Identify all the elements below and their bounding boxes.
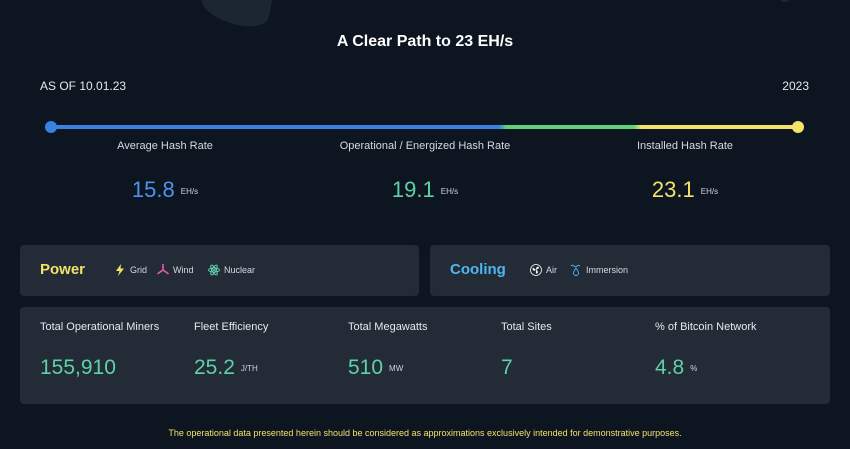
metric-unit: EH/s [700,186,719,196]
timeline-progress-bar [51,125,798,129]
cooling-item-label: Immersion [586,265,629,275]
stat-fleet-efficiency: Fleet Efficiency 25.2 J/TH [194,321,268,380]
stat-number: 4.8 [655,356,685,379]
stat-total-operational-miners: Total Operational Miners 155,910 [40,321,159,380]
page-title: A Clear Path to 23 EH/s [336,33,514,50]
stat-value: 155,910 [40,356,159,380]
metric-installed-hash-rate: Installed Hash Rate 23.1 EH/s [555,140,815,203]
stat-value: 7 [501,356,552,380]
metric-number: 23.1 [651,177,695,202]
stat-total-megawatts: Total Megawatts 510 MW [348,321,427,380]
power-item-label: Wind [173,265,194,275]
metric-operational-hash-rate: Operational / Energized Hash Rate 19.1 EH… [295,140,555,203]
as-of-date: AS OF 10.01.23 [40,79,127,93]
metric-unit: EH/s [180,186,199,196]
stat-unit: MW [389,363,404,373]
metric-value: 15.8 EH/s [35,177,295,203]
metric-value: 19.1 EH/s [295,177,555,203]
stat-total-sites: Total Sites 7 [501,321,552,380]
stat-unit: J/TH [240,363,258,373]
stat-value: 4.8% [655,356,756,380]
map-fragment [197,0,273,31]
stat-label: Total Sites [501,321,552,333]
timeline-end-year: 2023 [782,79,809,93]
stat-unit: % [690,363,698,373]
stat-number: 155,910 [40,356,116,379]
cooling-item-label: Air [546,265,557,275]
atom-icon [208,264,220,276]
metric-number: 15.8 [131,177,175,202]
stat-value: 25.2 J/TH [194,356,268,380]
stat-number: 7 [501,356,513,379]
stat-bitcoin-network-share: % of Bitcoin Network 4.8% [655,321,756,380]
timeline-end-marker [792,121,804,133]
metric-number: 19.1 [391,177,435,202]
wind-turbine-icon [157,264,169,275]
cooling-title: Cooling [450,261,506,278]
metric-average-hash-rate: Average Hash Rate 15.8 EH/s [35,140,295,203]
stat-number: 510 [348,356,384,379]
lightning-icon [116,264,124,276]
map-fragment [780,0,790,2]
power-item-nuclear: Nuclear [208,264,255,276]
metric-label: Average Hash Rate [117,140,213,152]
power-title: Power [40,261,86,278]
power-item-wind: Wind [157,264,194,276]
disclaimer: The operational data presented herein sh… [168,428,682,438]
stat-label: % of Bitcoin Network [655,321,757,333]
stat-label: Total Operational Miners [40,321,160,333]
stat-label: Fleet Efficiency [194,321,269,333]
water-drop-icon [570,264,581,276]
cooling-panel: Cooling Air Immersion [430,245,830,296]
metric-unit: EH/s [440,186,459,196]
power-panel: Power Grid Wind Nuclear [20,245,419,296]
metric-label: Operational / Energized Hash Rate [339,140,511,152]
cooling-item-immersion: Immersion [570,264,628,276]
cooling-item-air: Air [530,264,557,276]
power-item-label: Grid [130,265,148,275]
stat-value: 510 MW [348,356,427,380]
stat-label: Total Megawatts [348,321,428,333]
stats-panel: Total Operational Miners 155,910 Fleet E… [20,307,830,404]
metric-label: Installed Hash Rate [637,140,733,152]
timeline-start-marker [45,121,57,133]
power-item-label: Nuclear [224,265,256,275]
power-item-grid: Grid [114,264,147,276]
metric-value: 23.1 EH/s [555,177,815,203]
stat-number: 25.2 [194,356,235,379]
fan-icon [530,264,542,276]
